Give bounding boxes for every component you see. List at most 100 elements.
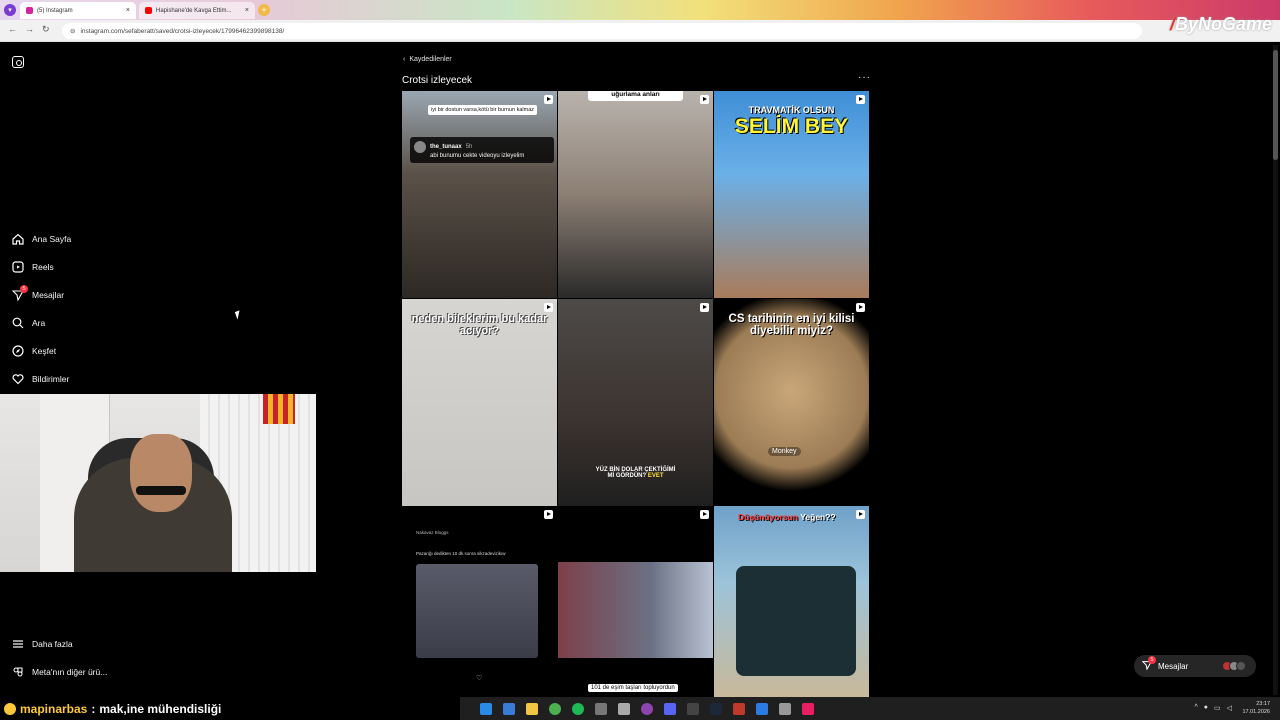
post-caption: uğurlama anları <box>588 91 683 101</box>
reel-icon <box>856 95 865 104</box>
messages-icon: 5 <box>1141 656 1156 672</box>
post-image <box>558 562 713 658</box>
app-icon[interactable] <box>641 702 653 715</box>
steam-icon[interactable] <box>710 702 722 715</box>
webcam-overlay <box>0 394 316 572</box>
sidebar-item-label: Meta'nın diğer ürü... <box>32 667 108 677</box>
system-tray: ^ ● ▭ ◁ <box>1194 704 1232 712</box>
chevron-up-icon[interactable]: ^ <box>1194 704 1197 712</box>
explore-icon <box>12 345 24 357</box>
sidebar-item-label: Keşfet <box>32 346 57 356</box>
tab-instagram[interactable]: (5) Instagram × <box>20 2 136 19</box>
tab-youtube[interactable]: Hapishane'de Kavga Ettim... × <box>139 2 255 19</box>
browser-profile-icon[interactable]: ▾ <box>4 4 16 16</box>
reel-icon <box>856 510 865 519</box>
reels-icon <box>12 261 24 273</box>
sidebar-item-label: Ara <box>32 318 46 328</box>
close-tab-icon[interactable]: × <box>126 7 130 14</box>
meta-icon <box>12 666 24 678</box>
saved-posts-grid: iyi bir dostun varsa,kötü bir burnun kal… <box>402 91 870 697</box>
messages-badge: 5 <box>1148 656 1156 664</box>
post-tile[interactable]: TRAVMATİK OLSUN SELİM BEY <box>714 91 869 298</box>
tab-label: Hapishane'de Kavga Ettim... <box>156 7 232 14</box>
post-caption-top: TRAVMATİK OLSUN <box>748 105 835 115</box>
instagram-favicon-icon <box>26 7 33 14</box>
app-icon[interactable] <box>618 702 630 715</box>
sidebar-item-messages[interactable]: 5 Mesajlar <box>12 285 65 301</box>
comment-overlay: the_tunaax 5h abi bunumu cekte videoyu iz… <box>410 137 554 163</box>
caption-line: Mİ GÖRDÜN? <box>607 473 647 479</box>
volume-icon[interactable]: ◁ <box>1227 704 1232 712</box>
comment-text: abi bunumu cekte videoyu izleyelim <box>430 153 525 159</box>
app-icon[interactable] <box>802 702 814 715</box>
discord-icon[interactable] <box>664 702 676 715</box>
app-icon[interactable] <box>595 702 607 715</box>
post-tile[interactable]: Düşünüyorsun Yeğen?? <box>714 506 869 697</box>
app-icon[interactable] <box>733 702 745 715</box>
chat-username: mapinarbas <box>20 701 88 716</box>
site-info-icon[interactable]: ⊖ <box>70 27 75 35</box>
reload-icon[interactable]: ↻ <box>42 24 50 35</box>
forward-arrow-icon[interactable]: → <box>25 24 34 34</box>
reel-icon <box>544 303 553 312</box>
post-tile[interactable]: YÜZ BİN DOLAR ÇEKTİĞİMİ Mİ GÖRDÜN? EVET <box>558 299 713 506</box>
microphone-icon[interactable]: ● <box>1204 704 1208 712</box>
windows-start-icon[interactable] <box>480 702 492 715</box>
page-scrollbar[interactable] <box>1273 45 1278 695</box>
heart-icon <box>12 373 24 385</box>
screen: ▾ (5) Instagram × Hapishane'de Kavga Ett… <box>0 0 1280 720</box>
post-tile[interactable]: Nakavaz Bloggs Pazarığı dedikten 10 dk s… <box>402 506 557 697</box>
webcam-sunglasses <box>136 486 186 495</box>
search-icon[interactable] <box>503 702 515 715</box>
chrome-icon[interactable] <box>549 702 561 715</box>
app-icon[interactable] <box>687 702 699 715</box>
spotify-icon[interactable] <box>572 702 584 715</box>
sidebar-item-explore[interactable]: Keşfet <box>12 345 56 357</box>
instagram-sidebar: Ana Sayfa Reels 5 Mesajlar Ara Keşfet Bi… <box>0 42 330 697</box>
messages-pill-label: Mesajlar <box>1158 661 1189 671</box>
file-explorer-icon[interactable] <box>526 702 538 715</box>
more-options-button[interactable]: ··· <box>858 72 871 83</box>
sidebar-item-meta[interactable]: Meta'nın diğer ürü... <box>12 666 107 678</box>
app-icon[interactable] <box>756 702 768 715</box>
settings-icon[interactable] <box>779 702 791 715</box>
new-tab-button[interactable]: + <box>258 4 270 16</box>
clock-time: 23:17 <box>1256 701 1270 707</box>
post-tile[interactable]: CS tarihinin en iyi kilisi diyebilir miy… <box>714 299 869 506</box>
messages-icon: 5 <box>12 285 28 301</box>
instagram-logo-icon[interactable] <box>12 56 24 68</box>
sidebar-item-home[interactable]: Ana Sayfa <box>12 233 71 245</box>
close-tab-icon[interactable]: × <box>245 7 249 14</box>
chat-emote-icon <box>4 702 16 715</box>
stream-chat-overlay: mapinarbas : mak,ine mühendisliği <box>0 697 460 720</box>
url-field[interactable]: ⊖ instagram.com/sefaberatt/saved/crotsi-… <box>62 23 1142 39</box>
messages-pill-button[interactable]: 5 Mesajlar <box>1134 655 1256 677</box>
chevron-left-icon: ‹ <box>403 56 406 63</box>
watermark: Monkey <box>768 447 801 456</box>
sidebar-item-reels[interactable]: Reels <box>12 261 54 273</box>
scrollbar-thumb[interactable] <box>1273 50 1278 160</box>
sidebar-item-notifications[interactable]: Bildirimler <box>12 373 69 385</box>
sidebar-item-more[interactable]: Daha fazla <box>12 638 73 650</box>
post-tile[interactable]: neden bileklerim bu kadar acıyor? <box>402 299 557 506</box>
avatar <box>1236 661 1246 671</box>
clock-date: 17.01.2026 <box>1242 709 1270 715</box>
post-tile[interactable]: uğurlama anları <box>558 91 713 298</box>
post-tile[interactable]: iyi bir dostun varsa,kötü bir burnun kal… <box>402 91 557 298</box>
clock[interactable]: 23:17 17.01.2026 <box>1242 700 1270 716</box>
sidebar-item-search[interactable]: Ara <box>12 317 45 329</box>
post-tile[interactable]: 101 de eşim taşları topluyordun <box>558 506 713 697</box>
webcam-person-head <box>130 434 192 512</box>
url-text: instagram.com/sefaberatt/saved/crotsi-iz… <box>80 27 285 35</box>
sidebar-item-label: Ana Sayfa <box>32 234 72 244</box>
conversation-avatars <box>1222 661 1246 671</box>
comment-time: 5h <box>465 144 473 150</box>
post-caption: Düşünüyorsun Yeğen?? <box>738 512 836 522</box>
post-caption: YÜZ BİN DOLAR ÇEKTİĞİMİ Mİ GÖRDÜN? EVET <box>588 467 683 479</box>
back-to-saved-link[interactable]: ‹ Kaydedilenler <box>403 56 452 63</box>
caption-white: Yeğen?? <box>800 512 836 522</box>
sidebar-item-label: Mesajlar <box>32 290 65 300</box>
back-arrow-icon[interactable]: ← <box>8 24 17 34</box>
network-icon[interactable]: ▭ <box>1214 704 1221 712</box>
webcam-flag <box>263 394 295 424</box>
